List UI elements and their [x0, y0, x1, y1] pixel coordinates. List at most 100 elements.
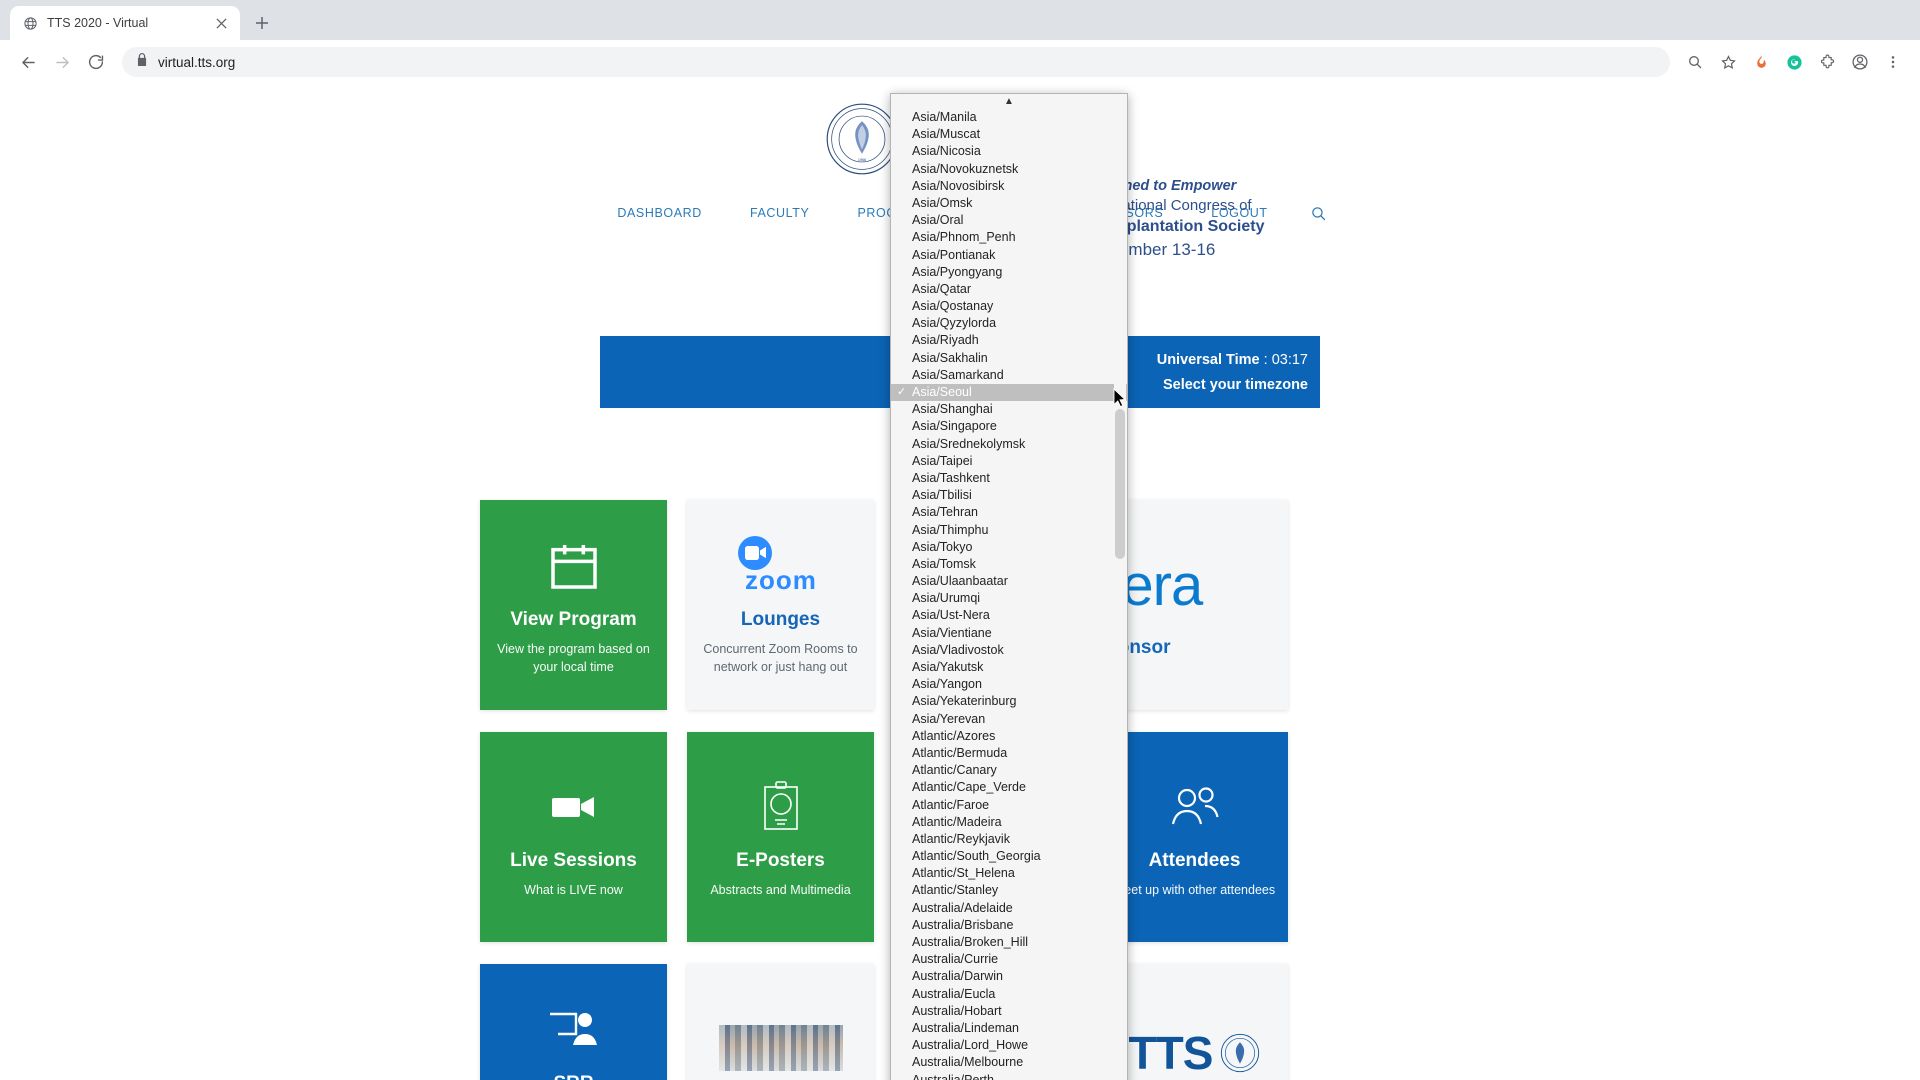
new-tab-button[interactable] [248, 9, 276, 37]
reload-icon[interactable] [80, 46, 112, 78]
timezone-option[interactable]: Australia/Darwin [891, 968, 1127, 985]
timezone-option[interactable]: Australia/Currie [891, 951, 1127, 968]
timezone-option[interactable]: Australia/Perth [891, 1072, 1127, 1080]
tile-view-program[interactable]: View Program View the program based on y… [480, 500, 667, 710]
timezone-option[interactable]: Asia/Manila [891, 109, 1127, 126]
zoom-magnifier-icon[interactable] [1680, 47, 1710, 77]
timezone-option[interactable]: Australia/Brisbane [891, 917, 1127, 934]
timezone-option[interactable]: Asia/Pyongyang [891, 264, 1127, 281]
nav-faculty[interactable]: FACULTY [726, 206, 834, 220]
nav-dashboard[interactable]: DASHBOARD [593, 206, 726, 220]
timezone-option[interactable]: Asia/Tehran [891, 504, 1127, 521]
tile-srr[interactable]: SRR Speaker Ready Room / File Upload [480, 964, 667, 1080]
back-arrow-icon[interactable] [12, 46, 44, 78]
timezone-option[interactable]: Asia/Yakutsk [891, 659, 1127, 676]
timezone-option[interactable]: Australia/Melbourne [891, 1054, 1127, 1071]
timezone-option[interactable]: Atlantic/St_Helena [891, 865, 1127, 882]
select-timezone-label: Select your timezone [1162, 376, 1308, 393]
timezone-option[interactable]: Asia/Novokuznetsk [891, 161, 1127, 178]
timezone-option[interactable]: Asia/Qyzylorda [891, 315, 1127, 332]
timezone-option[interactable]: Asia/Tbilisi [891, 487, 1127, 504]
timezone-option[interactable]: Asia/Singapore [891, 418, 1127, 435]
timezone-select-dropdown[interactable]: ▲ Asia/Manila Asia/Muscat Asia/Nicosia Asia… [890, 93, 1128, 1080]
timezone-option[interactable]: Asia/Vladivostok [891, 642, 1127, 659]
timezone-option[interactable]: Australia/Hobart [891, 1003, 1127, 1020]
chrome-menu-icon[interactable] [1878, 47, 1908, 77]
tile-eposters[interactable]: E-Posters Abstracts and Multimedia [687, 732, 874, 942]
timezone-option[interactable]: Asia/Yekaterinburg [891, 693, 1127, 710]
grammarly-extension-icon[interactable] [1779, 47, 1809, 77]
timezone-option[interactable]: Atlantic/South_Georgia [891, 848, 1127, 865]
timezone-option[interactable]: Asia/Shanghai [891, 401, 1127, 418]
timezone-option[interactable]: Asia/Vientiane [891, 625, 1127, 642]
timezone-option[interactable]: Asia/Ulaanbaatar [891, 573, 1127, 590]
timezone-option[interactable]: Asia/Tomsk [891, 556, 1127, 573]
timezone-option[interactable]: Atlantic/Madeira [891, 814, 1127, 831]
timezone-option[interactable]: Asia/Qatar [891, 281, 1127, 298]
timezone-option-list[interactable]: Asia/Manila Asia/Muscat Asia/Nicosia Asia/N… [891, 109, 1127, 1080]
timezone-option[interactable]: Asia/Novosibirsk [891, 178, 1127, 195]
timezone-option[interactable]: Asia/Sakhalin [891, 350, 1127, 367]
close-icon[interactable] [212, 14, 230, 32]
address-bar[interactable]: virtual.tts.org [122, 47, 1670, 77]
timezone-option[interactable]: Asia/Tokyo [891, 539, 1127, 556]
timezone-option[interactable]: Atlantic/Faroe [891, 797, 1127, 814]
timezone-option[interactable]: Asia/Phnom_Penh [891, 229, 1127, 246]
timezone-option[interactable]: Australia/Lindeman [891, 1020, 1127, 1037]
fire-extension-icon[interactable] [1746, 47, 1776, 77]
timezone-option[interactable]: Atlantic/Canary [891, 762, 1127, 779]
search-icon[interactable] [1310, 205, 1327, 222]
tile-subtitle: What is LIVE now [524, 883, 623, 898]
timezone-option[interactable]: Asia/Samarkand [891, 367, 1127, 384]
tile-attendees[interactable]: Attendees Meet up with other attendees [1101, 732, 1288, 942]
tts-wordmark: TTS [1128, 1027, 1214, 1079]
timezone-option[interactable]: Asia/Riyadh [891, 332, 1127, 349]
browser-tab[interactable]: TTS 2020 - Virtual [10, 6, 240, 40]
timezone-option[interactable]: Asia/Ust-Nera [891, 607, 1127, 624]
timezone-option[interactable]: Asia/Seoul [891, 384, 1127, 401]
tile-live-sessions[interactable]: Live Sessions What is LIVE now [480, 732, 667, 942]
timezone-option[interactable]: Australia/Adelaide [891, 900, 1127, 917]
timezone-option[interactable]: Asia/Muscat [891, 126, 1127, 143]
profile-avatar-icon[interactable] [1845, 47, 1875, 77]
forward-arrow-icon[interactable] [46, 46, 78, 78]
timezone-option[interactable]: Asia/Thimphu [891, 522, 1127, 539]
triangle-up-icon[interactable]: ▲ [891, 94, 1127, 109]
dropdown-scrollbar-thumb[interactable] [1115, 409, 1125, 559]
timezone-option[interactable]: Asia/Omsk [891, 195, 1127, 212]
dropdown-scrollbar[interactable] [1114, 109, 1126, 1080]
select-timezone-row[interactable]: Select your timezone [1163, 377, 1308, 393]
calendar-icon [546, 533, 602, 599]
exhibit-hall-thumbnail-icon [718, 1015, 843, 1080]
timezone-option[interactable]: Asia/Urumqi [891, 590, 1127, 607]
timezone-option[interactable]: Asia/Nicosia [891, 143, 1127, 160]
timezone-option[interactable]: Asia/Pontianak [891, 247, 1127, 264]
tile-lounges[interactable]: zoom Lounges Concurrent Zoom Rooms to ne… [687, 500, 874, 710]
bookmark-star-icon[interactable] [1713, 47, 1743, 77]
tile-industry-corner[interactable]: Industry Corner [687, 964, 874, 1080]
video-camera-icon [548, 774, 600, 840]
timezone-option[interactable]: Asia/Qostanay [891, 298, 1127, 315]
timezone-option[interactable]: Australia/Eucla [891, 986, 1127, 1003]
poster-board-icon [758, 774, 804, 840]
timezone-option[interactable]: Asia/Tashkent [891, 470, 1127, 487]
timezone-option[interactable]: Australia/Broken_Hill [891, 934, 1127, 951]
timezone-option[interactable]: Asia/Yerevan [891, 711, 1127, 728]
people-icon [1167, 774, 1223, 840]
timezone-option[interactable]: Asia/Oral [891, 212, 1127, 229]
timezone-option[interactable]: Atlantic/Cape_Verde [891, 779, 1127, 796]
mouse-cursor [1113, 388, 1127, 408]
puzzle-extensions-icon[interactable] [1812, 47, 1842, 77]
timezone-option[interactable]: Atlantic/Bermuda [891, 745, 1127, 762]
timezone-option[interactable]: Asia/Yangon [891, 676, 1127, 693]
page-content: 1966 TTS2020 VIRTUAL Designed to Empower… [0, 85, 1920, 1080]
timezone-option[interactable]: Atlantic/Reykjavik [891, 831, 1127, 848]
timezone-option[interactable]: Asia/Srednekolymsk [891, 436, 1127, 453]
timezone-option[interactable]: Australia/Lord_Howe [891, 1037, 1127, 1054]
timezone-option[interactable]: Asia/Taipei [891, 453, 1127, 470]
tile-tts-society[interactable]: TTS The Transplantation Society [1101, 964, 1288, 1080]
timezone-option[interactable]: Atlantic/Stanley [891, 882, 1127, 899]
timezone-option[interactable]: Atlantic/Azores [891, 728, 1127, 745]
tile-subtitle: Abstracts and Multimedia [710, 883, 851, 898]
presenter-screen-icon [546, 997, 602, 1063]
